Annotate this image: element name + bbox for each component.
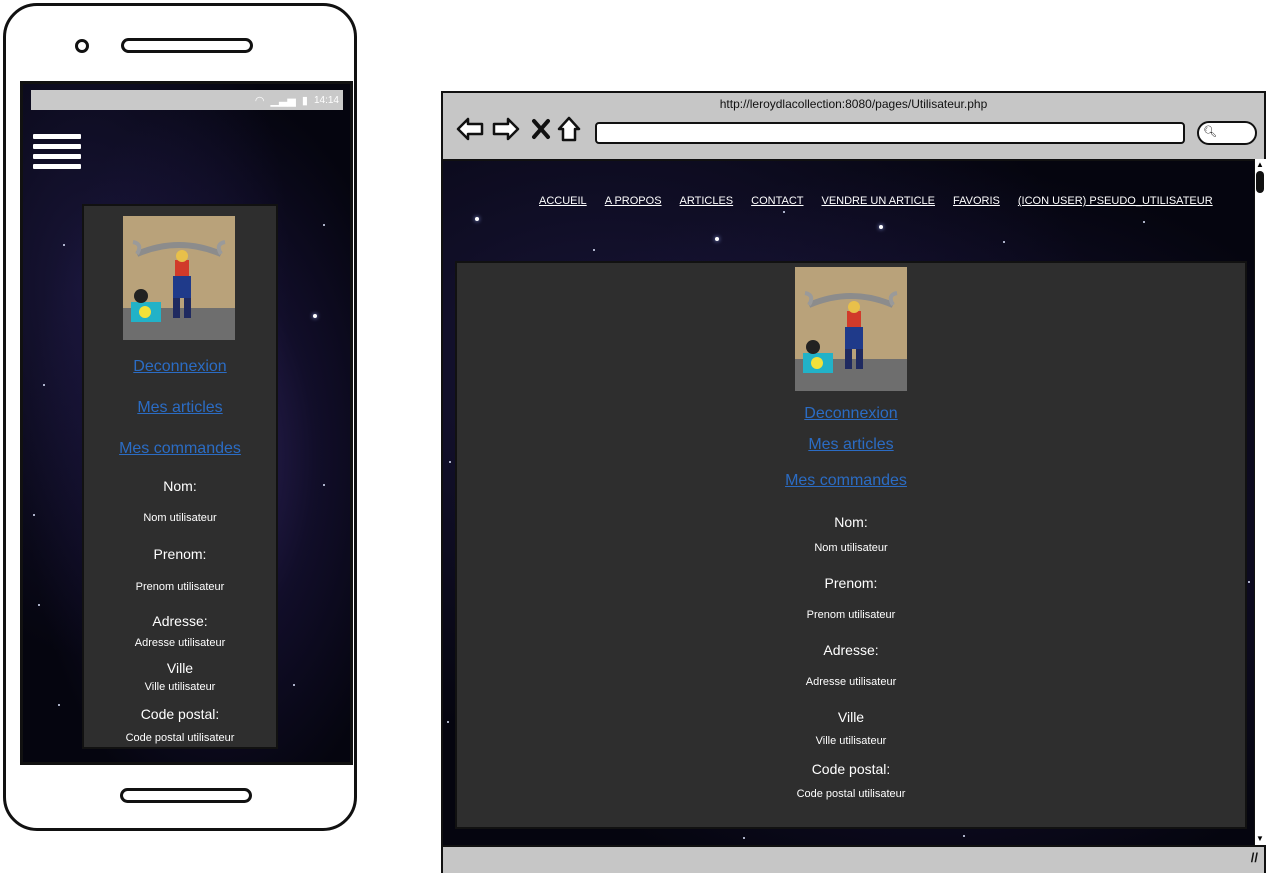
nav-apropos[interactable]: A PROPOS	[605, 195, 662, 207]
nav-accueil[interactable]: ACCUEIL	[539, 195, 587, 207]
adresse-value-desktop: Adresse utilisateur	[805, 676, 897, 688]
browser-viewport: ACCUEIL A PROPOS ARTICLES CONTACT VENDRE…	[443, 159, 1254, 847]
profile-image	[123, 216, 235, 340]
scroll-down-arrow-icon[interactable]: ▼	[1256, 835, 1264, 843]
status-bar: ◠ ▁▃▅ ▮ 14:14	[31, 90, 343, 110]
ville-label-desktop: Ville	[837, 709, 865, 725]
nav-articles[interactable]: ARTICLES	[680, 195, 734, 207]
vertical-scrollbar[interactable]	[1254, 159, 1267, 845]
profile-image-desktop	[795, 267, 907, 391]
ville-value: Ville utilisateur	[144, 681, 216, 693]
phone-speaker	[121, 38, 253, 53]
status-time: 14:14	[313, 94, 339, 106]
back-arrow-icon[interactable]	[455, 115, 485, 143]
my-orders-link[interactable]: Mes commandes	[84, 440, 276, 458]
nav-contact[interactable]: CONTACT	[751, 195, 803, 207]
phone-mockup: ◠ ▁▃▅ ▮ 14:14 Deconnexion Mes articles M…	[3, 3, 357, 831]
nav-favoris[interactable]: FAVORIS	[953, 195, 1000, 207]
ville-label: Ville	[166, 660, 194, 676]
forward-arrow-icon[interactable]	[491, 115, 521, 143]
my-articles-link[interactable]: Mes articles	[84, 399, 276, 417]
resize-grip-icon[interactable]: //	[1251, 850, 1258, 865]
adresse-label: Adresse:	[152, 613, 208, 629]
nom-value-desktop: Nom utilisateur	[814, 542, 888, 554]
prenom-label-desktop: Prenom:	[824, 575, 878, 591]
phone-camera	[75, 39, 89, 53]
browser-status-bar: //	[443, 845, 1264, 873]
hamburger-menu-icon[interactable]	[33, 134, 83, 174]
cp-label: Code postal:	[140, 706, 220, 722]
address-bar-input[interactable]	[595, 122, 1185, 144]
cp-label-desktop: Code postal:	[811, 761, 891, 777]
prenom-value-desktop: Prenom utilisateur	[806, 609, 896, 621]
cp-value-desktop: Code postal utilisateur	[796, 788, 906, 800]
home-icon[interactable]	[555, 115, 583, 143]
browser-window: http://leroydlacollection:8080/pages/Uti…	[441, 91, 1267, 873]
cp-value: Code postal utilisateur	[125, 732, 235, 744]
phone-screen: ◠ ▁▃▅ ▮ 14:14 Deconnexion Mes articles M…	[20, 81, 353, 765]
scrollbar-thumb[interactable]	[1256, 171, 1264, 193]
logout-link[interactable]: Deconnexion	[84, 358, 276, 376]
battery-icon: ▮	[301, 94, 308, 107]
logout-link-desktop[interactable]: Deconnexion	[457, 405, 1245, 423]
adresse-value: Adresse utilisateur	[134, 637, 226, 649]
phone-home-button	[120, 788, 252, 803]
nav-vendre-article[interactable]: VENDRE UN ARTICLE	[822, 195, 936, 207]
scroll-up-arrow-icon[interactable]: ▲	[1256, 161, 1264, 169]
search-icon: 🔍︎	[1203, 126, 1217, 138]
search-field[interactable]: 🔍︎	[1197, 121, 1257, 145]
wifi-icon: ◠	[254, 94, 265, 107]
browser-title-url: http://leroydlacollection:8080/pages/Uti…	[719, 97, 988, 111]
prenom-value: Prenom utilisateur	[135, 581, 225, 593]
prenom-label: Prenom:	[153, 546, 207, 562]
ville-value-desktop: Ville utilisateur	[815, 735, 887, 747]
user-profile-panel: Deconnexion Mes articles Mes commandes N…	[82, 204, 278, 749]
nom-label: Nom:	[163, 478, 197, 494]
close-x-icon[interactable]	[527, 115, 555, 143]
nom-value: Nom utilisateur	[143, 512, 217, 524]
adresse-label-desktop: Adresse:	[823, 642, 879, 658]
user-profile-panel-desktop: Deconnexion Mes articles Mes commandes N…	[455, 261, 1247, 829]
nom-label-desktop: Nom:	[834, 514, 868, 530]
my-orders-link-desktop[interactable]: Mes commandes	[447, 472, 1245, 490]
nav-user-account[interactable]: (ICON USER) PSEUDO_UTILISATEUR	[1018, 195, 1213, 207]
top-navigation: ACCUEIL A PROPOS ARTICLES CONTACT VENDRE…	[539, 195, 1213, 207]
signal-icon: ▁▃▅	[270, 94, 296, 107]
my-articles-link-desktop[interactable]: Mes articles	[457, 436, 1245, 454]
